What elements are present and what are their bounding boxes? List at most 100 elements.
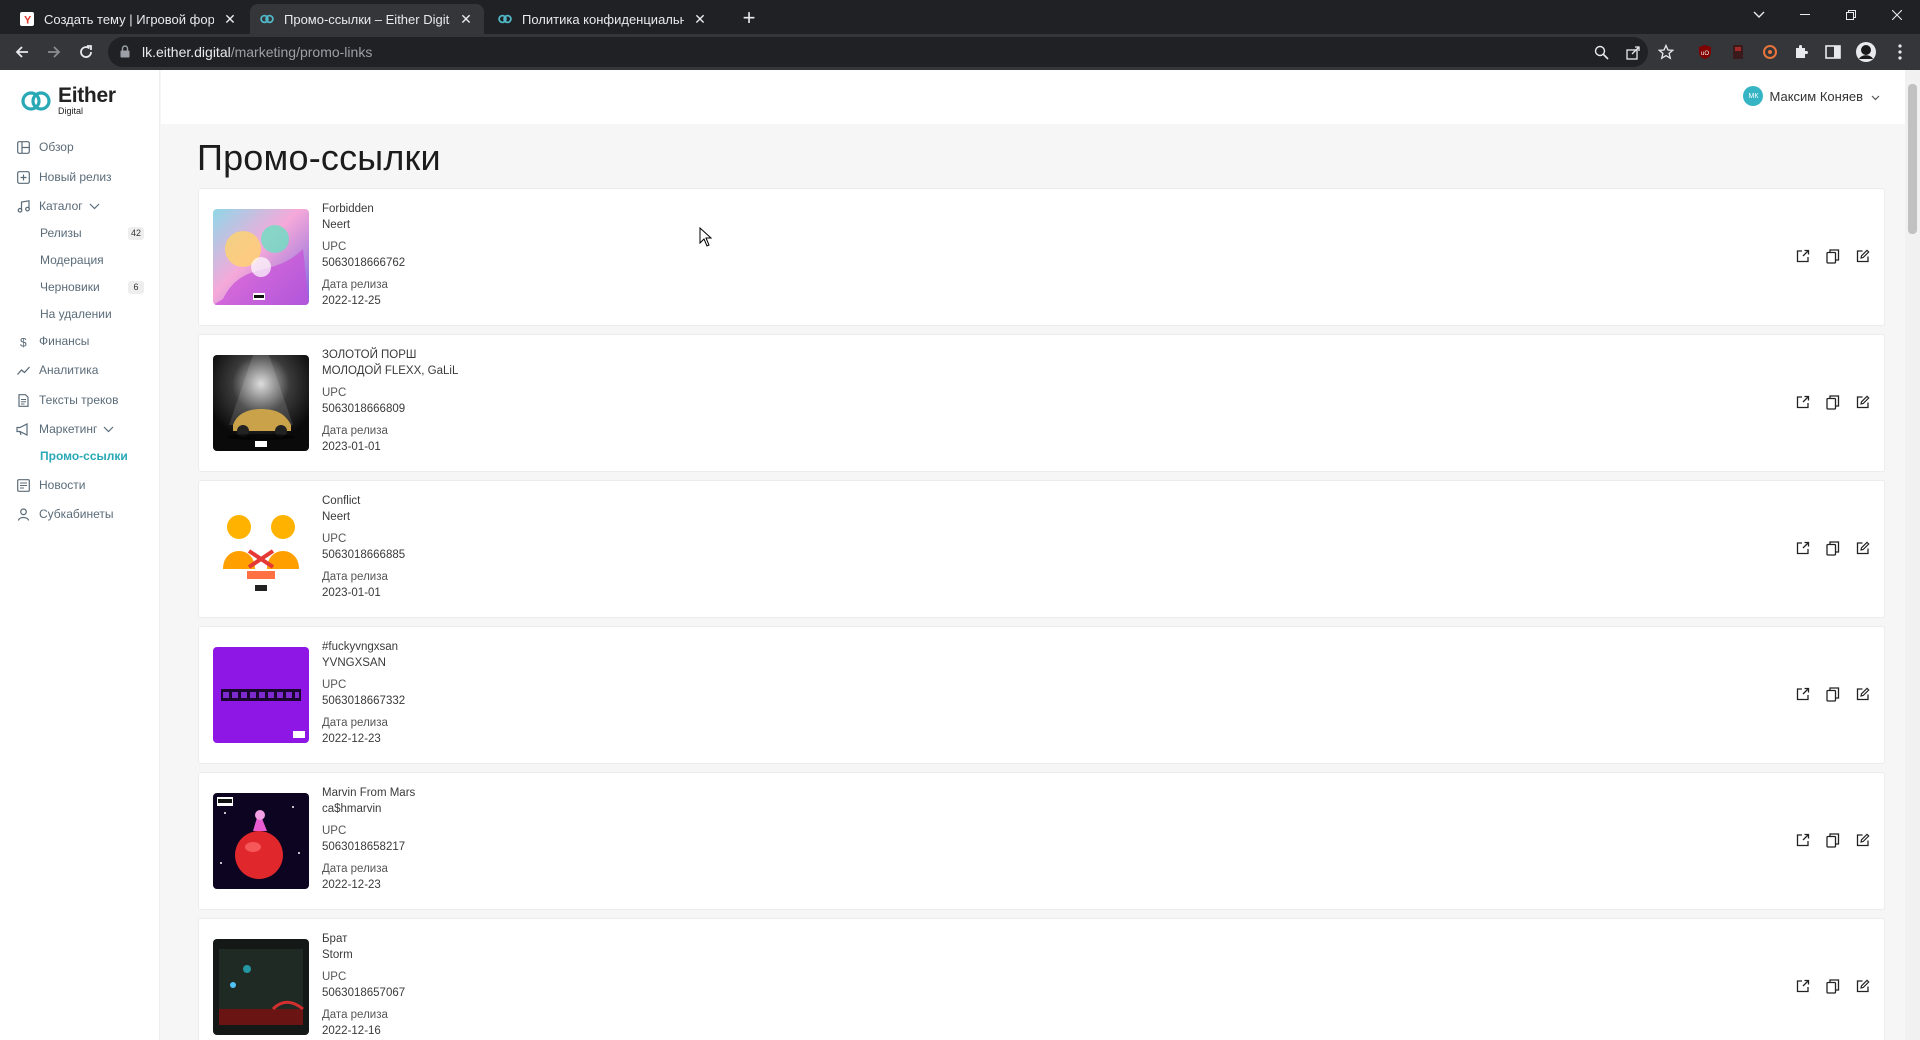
sidebar-item-label: Новости <box>39 478 86 492</box>
release-date-value: 2022-12-23 <box>322 879 381 891</box>
edit-icon[interactable] <box>1854 393 1872 411</box>
mouse-cursor-icon <box>699 226 713 252</box>
close-icon[interactable]: ✕ <box>458 11 474 27</box>
back-button[interactable] <box>8 38 36 66</box>
release-meta: ЗОЛОТОЙ ПОРШ МОЛОДОЙ FLEXX, GaLiL UPC 50… <box>322 347 458 455</box>
forward-button[interactable] <box>40 38 68 66</box>
release-artist: МОЛОДОЙ FLEXX, GaLiL <box>322 365 459 377</box>
extension-orange-icon[interactable] <box>1760 42 1780 62</box>
maximize-button[interactable] <box>1828 0 1874 30</box>
share-icon[interactable] <box>1624 43 1642 61</box>
zoom-icon[interactable] <box>1592 43 1610 61</box>
sidebar-item-lyrics[interactable]: Тексты треков <box>16 391 118 409</box>
sidebar-item-label: Черновики <box>40 280 100 294</box>
new-tab-button[interactable]: + <box>736 6 762 32</box>
release-date-label: Дата релиза <box>322 425 388 437</box>
edit-icon[interactable] <box>1854 247 1872 265</box>
release-artist: Neert <box>322 219 351 231</box>
sidebar-item-news[interactable]: Новости <box>16 476 85 494</box>
browser-tab-privacy[interactable]: Политика конфиденциальности ✕ <box>488 4 718 34</box>
chevron-down-icon[interactable] <box>103 422 114 436</box>
album-cover <box>213 939 309 1035</box>
release-card: Брат Storm UPC 5063018657067 Дата релиза… <box>198 918 1885 1040</box>
sidebar-item-subaccounts[interactable]: Субкабинеты <box>16 505 113 523</box>
side-panel-icon[interactable] <box>1823 42 1843 62</box>
sidebar-item-analytics[interactable]: Аналитика <box>16 361 98 379</box>
lock-icon[interactable] <box>120 45 130 63</box>
upc-value: 5063018667332 <box>322 695 406 707</box>
tab-search-icon[interactable] <box>1736 0 1782 30</box>
sidebar-item-moderation[interactable]: Модерация <box>40 252 104 268</box>
user-name: Максим Коняев <box>1769 88 1863 104</box>
release-meta: Forbidden Neert UPC 5063018666762 Дата р… <box>322 201 405 309</box>
chevron-down-icon <box>1871 89 1880 104</box>
close-icon[interactable]: ✕ <box>692 11 708 27</box>
extensions-puzzle-icon[interactable] <box>1791 42 1811 62</box>
page-scrollbar[interactable] <box>1905 70 1920 1040</box>
copy-icon[interactable] <box>1824 977 1842 995</box>
bookmark-star-icon[interactable] <box>1656 42 1676 62</box>
edit-icon[interactable] <box>1854 685 1872 703</box>
sidebar-item-promo-links[interactable]: Промо-ссылки <box>40 448 128 464</box>
open-link-icon[interactable] <box>1794 831 1812 849</box>
edit-icon[interactable] <box>1854 831 1872 849</box>
address-bar[interactable]: lk.either.digital/marketing/promo-links <box>108 37 1648 67</box>
release-date-value: 2022-12-25 <box>322 295 381 307</box>
open-link-icon[interactable] <box>1794 539 1812 557</box>
release-artist: Storm <box>322 949 353 961</box>
sidebar-item-label: Финансы <box>39 334 90 348</box>
minimize-button[interactable] <box>1782 0 1828 30</box>
close-icon[interactable]: ✕ <box>222 11 238 27</box>
scrollbar-thumb[interactable] <box>1908 84 1917 234</box>
browser-tab-promo[interactable]: Промо-ссылки – Either Digital ✕ <box>250 4 484 34</box>
sidebar-item-overview[interactable]: Обзор <box>16 138 74 156</box>
release-artist: ca$hmarvin <box>322 803 382 815</box>
release-meta: Conflict Neert UPC 5063018666885 Дата ре… <box>322 493 405 601</box>
release-artist: YVNGXSAN <box>322 657 386 669</box>
page-title: Промо-ссылки <box>197 137 441 178</box>
person-icon <box>16 507 30 521</box>
extension-red-icon[interactable] <box>1728 42 1748 62</box>
chevron-down-icon[interactable] <box>89 199 100 213</box>
document-icon <box>16 393 30 407</box>
copy-icon[interactable] <box>1824 831 1842 849</box>
sidebar-item-new-release[interactable]: Новый релиз <box>16 168 112 186</box>
edit-icon[interactable] <box>1854 539 1872 557</box>
sidebar-item-drafts[interactable]: Черновики <box>40 279 100 295</box>
open-link-icon[interactable] <box>1794 393 1812 411</box>
open-link-icon[interactable] <box>1794 247 1812 265</box>
upc-value: 5063018666809 <box>322 403 406 415</box>
upc-value: 5063018657067 <box>322 987 406 999</box>
user-menu[interactable]: МК Максим Коняев <box>1743 86 1880 106</box>
sidebar-item-catalog[interactable]: Каталог <box>16 197 100 215</box>
ublock-icon[interactable]: uO <box>1695 42 1715 62</box>
copy-icon[interactable] <box>1824 393 1842 411</box>
release-card: Forbidden Neert UPC 5063018666762 Дата р… <box>198 188 1885 326</box>
browser-tab-forum[interactable]: Y Создать тему | Игровой форум ✕ <box>10 4 248 34</box>
open-link-icon[interactable] <box>1794 685 1812 703</box>
reload-button[interactable] <box>72 38 100 66</box>
logo[interactable]: Either Digital <box>20 85 116 116</box>
copy-icon[interactable] <box>1824 685 1842 703</box>
open-link-icon[interactable] <box>1794 977 1812 995</box>
close-window-button[interactable] <box>1874 0 1920 30</box>
sidebar-item-label: Тексты треков <box>39 393 119 407</box>
release-title: ЗОЛОТОЙ ПОРШ <box>322 349 417 361</box>
card-actions <box>1782 393 1872 411</box>
sidebar-item-marketing[interactable]: Маркетинг <box>16 420 114 438</box>
edit-icon[interactable] <box>1854 977 1872 995</box>
copy-icon[interactable] <box>1824 539 1842 557</box>
copy-icon[interactable] <box>1824 247 1842 265</box>
card-actions <box>1782 247 1872 265</box>
sidebar-item-finance[interactable]: $ Финансы <box>16 332 90 350</box>
url-text: lk.either.digital/marketing/promo-links <box>142 44 372 60</box>
menu-kebab-icon[interactable] <box>1890 42 1910 62</box>
release-date-label: Дата релиза <box>322 1009 388 1021</box>
browser-tab-strip: Y Создать тему | Игровой форум ✕ Промо-с… <box>0 0 1920 34</box>
card-actions <box>1782 685 1872 703</box>
sidebar-item-releases[interactable]: Релизы <box>40 225 82 241</box>
megaphone-icon <box>16 422 30 436</box>
upc-label: UPC <box>322 825 347 837</box>
sidebar-item-on-deletion[interactable]: На удалении <box>40 306 112 322</box>
profile-avatar-icon[interactable] <box>1856 42 1876 62</box>
